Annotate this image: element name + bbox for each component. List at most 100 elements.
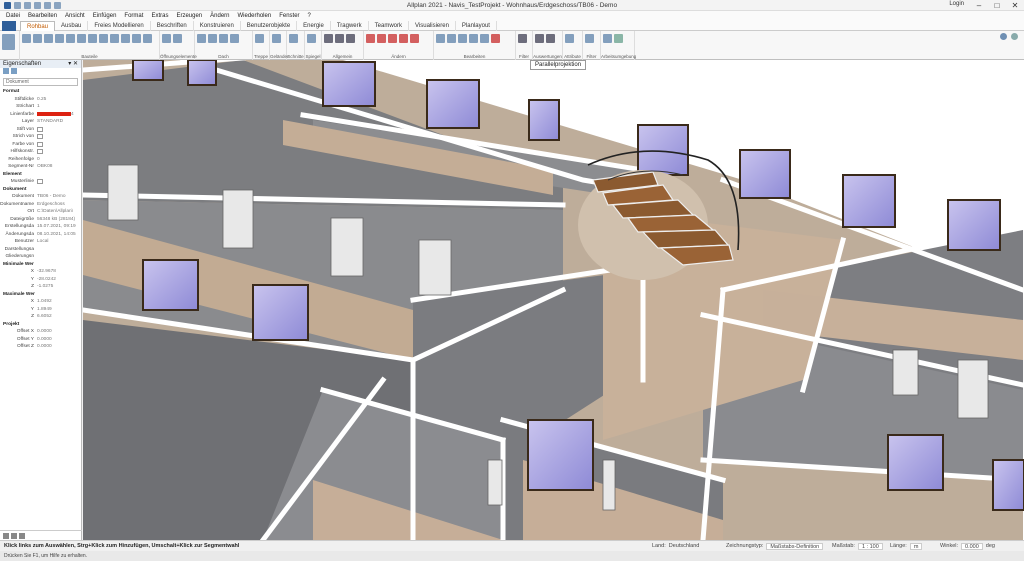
eraser-icon[interactable] bbox=[366, 34, 375, 43]
dimension-icon[interactable] bbox=[346, 34, 355, 43]
tab-teamwork[interactable]: Teamwork bbox=[369, 21, 409, 31]
story-icon[interactable] bbox=[121, 34, 130, 43]
tab-tragwerk[interactable]: Tragwerk bbox=[331, 21, 369, 31]
property-value[interactable]: 6.6052 bbox=[37, 314, 52, 319]
level-icon[interactable] bbox=[518, 34, 527, 43]
app-menu-button[interactable] bbox=[2, 21, 16, 31]
checkbox[interactable] bbox=[37, 149, 43, 155]
property-value[interactable]: 1.0492 bbox=[37, 299, 52, 304]
facade-icon[interactable] bbox=[132, 34, 141, 43]
tab-visualisieren[interactable]: Visualisieren bbox=[409, 21, 456, 31]
funnel-icon[interactable] bbox=[585, 34, 594, 43]
property-section[interactable]: Maximale Wer bbox=[0, 291, 81, 299]
property-value[interactable]: 56348 kB (28184) bbox=[37, 217, 75, 222]
property-value[interactable]: 0 bbox=[37, 157, 40, 162]
line-color-swatch[interactable] bbox=[37, 112, 71, 117]
property-value[interactable]: 1 bbox=[37, 104, 40, 109]
property-section[interactable]: Format bbox=[0, 88, 81, 96]
tab-konstruieren[interactable]: Konstruieren bbox=[194, 21, 241, 31]
3d-viewport[interactable] bbox=[83, 60, 1024, 540]
section-icon[interactable] bbox=[289, 34, 298, 43]
property-value[interactable]: 08.10.2021, 14:05 bbox=[37, 232, 76, 237]
menu-item[interactable]: Extras bbox=[151, 13, 168, 19]
scale-input[interactable]: 1 : 100 bbox=[857, 543, 883, 550]
report-icon[interactable] bbox=[535, 34, 544, 43]
window-icon[interactable] bbox=[66, 34, 75, 43]
rotate-icon[interactable] bbox=[410, 34, 419, 43]
split-icon[interactable] bbox=[447, 34, 456, 43]
building-model[interactable] bbox=[83, 60, 1024, 540]
tab-beschriften[interactable]: Beschriften bbox=[151, 21, 194, 31]
tab-planlayout[interactable]: Planlayout bbox=[456, 21, 497, 31]
select-icon[interactable] bbox=[11, 68, 17, 74]
menu-item[interactable]: Ansicht bbox=[65, 13, 85, 19]
column-icon[interactable] bbox=[33, 34, 42, 43]
roof-icon[interactable] bbox=[197, 34, 206, 43]
menu-item[interactable]: Datei bbox=[6, 13, 20, 19]
property-value[interactable]: 0.25 bbox=[37, 97, 46, 102]
tab-rohbau[interactable]: Rohbau bbox=[20, 21, 56, 31]
filter-icon[interactable] bbox=[3, 68, 9, 74]
property-value[interactable]: -32.9678 bbox=[37, 269, 56, 274]
drawing-type-dropdown[interactable]: Maßstabs-Definition bbox=[766, 543, 824, 550]
property-value[interactable]: C:\Daten\Allplan\ bbox=[37, 209, 73, 214]
parallel-projection-icon[interactable] bbox=[614, 34, 623, 43]
maximize-icon[interactable]: □ bbox=[988, 0, 1006, 11]
property-value[interactable]: Local bbox=[37, 239, 48, 244]
text-icon[interactable] bbox=[335, 34, 344, 43]
property-value[interactable]: OBK08 bbox=[37, 164, 52, 169]
room-icon[interactable] bbox=[110, 34, 119, 43]
settings-icon[interactable] bbox=[1000, 33, 1007, 40]
help-icon[interactable] bbox=[1011, 33, 1018, 40]
tool-icon[interactable] bbox=[3, 532, 9, 539]
mirror-icon[interactable] bbox=[307, 34, 316, 43]
workspace-icon[interactable] bbox=[603, 34, 612, 43]
door-smartpart-icon[interactable] bbox=[173, 34, 182, 43]
property-section[interactable]: Dokument bbox=[0, 186, 81, 194]
angle-unit[interactable]: deg bbox=[986, 543, 995, 550]
attribute-icon[interactable] bbox=[565, 34, 574, 43]
close-icon[interactable]: ✕ bbox=[1006, 0, 1024, 11]
beam-icon[interactable] bbox=[44, 34, 53, 43]
property-section[interactable]: Element bbox=[0, 171, 81, 179]
slab-icon[interactable] bbox=[55, 34, 64, 43]
login-link[interactable]: Login bbox=[949, 1, 964, 7]
move-icon[interactable] bbox=[388, 34, 397, 43]
menu-item[interactable]: ? bbox=[308, 13, 311, 19]
extend-icon[interactable] bbox=[458, 34, 467, 43]
property-section[interactable]: Projekt bbox=[0, 321, 81, 329]
window-smartpart-icon[interactable] bbox=[162, 34, 171, 43]
object-type-dropdown[interactable]: Dokument bbox=[3, 78, 78, 86]
staircase-icon[interactable] bbox=[255, 34, 264, 43]
property-value[interactable]: 0.0000 bbox=[37, 329, 52, 334]
property-section[interactable]: Minimale Wer bbox=[0, 261, 81, 269]
trim-icon[interactable] bbox=[469, 34, 478, 43]
tab-energie[interactable]: Energie bbox=[297, 21, 331, 31]
list-icon[interactable] bbox=[546, 34, 555, 43]
delete-icon[interactable] bbox=[491, 34, 500, 43]
property-value[interactable]: 0.0000 bbox=[37, 344, 52, 349]
line-icon[interactable] bbox=[324, 34, 333, 43]
dormer-icon[interactable] bbox=[208, 34, 217, 43]
railing-icon[interactable] bbox=[272, 34, 281, 43]
menu-item[interactable]: Erzeugen bbox=[176, 13, 202, 19]
menu-item[interactable]: Format bbox=[124, 13, 143, 19]
length-unit-dropdown[interactable]: m bbox=[909, 543, 923, 550]
property-value[interactable]: -28.0242 bbox=[37, 277, 56, 282]
tab-freies-modellieren[interactable]: Freies Modellieren bbox=[88, 21, 151, 31]
checkbox[interactable] bbox=[37, 126, 43, 132]
pin-icon[interactable]: ▾ ✕ bbox=[68, 60, 78, 68]
property-value[interactable]: 1.8949 bbox=[37, 307, 52, 312]
property-value[interactable]: 0.0000 bbox=[37, 337, 52, 342]
tab-benutzerobjekte[interactable]: Benutzerobjekte bbox=[241, 21, 298, 31]
menu-item[interactable]: Bearbeiten bbox=[28, 13, 57, 19]
join-icon[interactable] bbox=[436, 34, 445, 43]
angle-input[interactable]: 0.000 bbox=[961, 543, 983, 550]
menu-item[interactable]: Wiederholen bbox=[238, 13, 272, 19]
purlin-icon[interactable] bbox=[230, 34, 239, 43]
checkbox[interactable] bbox=[37, 134, 43, 140]
object-palette-icon[interactable] bbox=[2, 34, 15, 50]
property-value[interactable]: 4 bbox=[71, 112, 74, 117]
niche-icon[interactable] bbox=[99, 34, 108, 43]
property-value[interactable]: Erdgeschoss bbox=[37, 202, 65, 207]
